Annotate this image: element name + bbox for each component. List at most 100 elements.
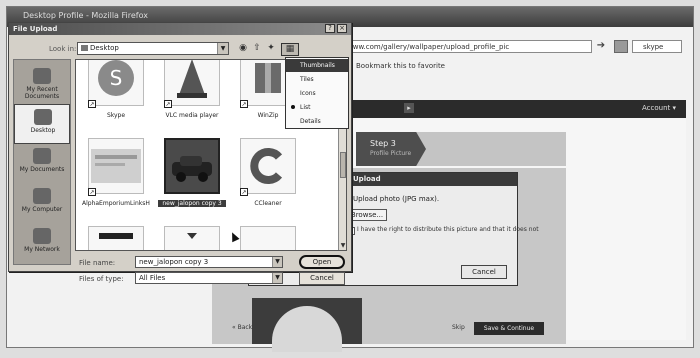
file-name-input[interactable]: new_jalopon copy 3 ▼ xyxy=(135,256,283,268)
up-folder-icon[interactable]: ⇧ xyxy=(251,43,263,54)
file-item[interactable] xyxy=(158,222,226,250)
file-item-alpha-image[interactable]: ↗ AlphaEmporiumLinksHD... xyxy=(82,134,150,218)
dialog-titlebar: File Upload ? × xyxy=(9,23,351,35)
cancel-button[interactable]: Cancel xyxy=(299,272,345,285)
recent-documents-icon xyxy=(33,68,51,84)
file-upload-dialog: File Upload ? × Look in: Desktop ▼ ◉ ⇧ ✦… xyxy=(8,22,352,285)
file-name: VLC media player xyxy=(165,112,219,119)
place-label: My Network xyxy=(24,246,60,253)
dialog-title: File Upload xyxy=(13,25,58,33)
help-button[interactable]: ? xyxy=(325,24,335,33)
shortcut-arrow-icon: ↗ xyxy=(88,188,96,196)
place-label: Desktop xyxy=(30,127,56,134)
back-link[interactable]: « Back xyxy=(232,324,252,331)
view-option-thumbnails[interactable]: Thumbnails xyxy=(286,59,348,72)
image-thumbnail xyxy=(88,138,144,194)
vlc-cone-icon xyxy=(164,60,220,106)
browser-title: Desktop Profile - Mozilla Firefox xyxy=(23,11,148,20)
skip-link[interactable]: Skip xyxy=(452,324,465,331)
site-navbar: ▸ Account ▾ xyxy=(342,100,686,118)
open-button[interactable]: Open xyxy=(299,255,345,269)
step-subtitle: Profile Picture xyxy=(370,150,412,157)
place-label: My Documents xyxy=(19,166,65,173)
skype-icon: S xyxy=(88,60,144,106)
view-option-tiles[interactable]: Tiles xyxy=(286,73,348,86)
go-arrow-icon[interactable]: ➔ xyxy=(594,40,608,53)
files-of-type-label: Files of type: xyxy=(79,275,124,283)
step-chevron: Step 3 Profile Picture xyxy=(356,132,426,166)
browse-button[interactable]: Browse... xyxy=(347,209,387,221)
place-my-computer[interactable]: My Computer xyxy=(14,184,70,224)
views-menu-icon[interactable]: ▦ xyxy=(281,43,299,56)
new-folder-icon[interactable]: ✦ xyxy=(265,43,277,54)
close-button[interactable]: × xyxy=(337,24,347,33)
network-icon xyxy=(33,228,51,244)
file-name: Skype xyxy=(106,112,126,119)
file-item-skype[interactable]: S ↗ Skype xyxy=(82,60,150,130)
place-my-recent-documents[interactable]: My Recent Documents xyxy=(14,64,70,104)
upload-instruction: Upload photo (JPG max). xyxy=(353,195,440,203)
bookmark-bar[interactable]: Bookmark this to favorite xyxy=(342,58,682,74)
file-name: new_jalopon copy 3 xyxy=(158,200,226,207)
folder-icon xyxy=(81,45,88,51)
save-continue-button[interactable]: Save & Continue xyxy=(474,322,544,335)
page-body: Step 3 Profile Picture Upload Upload pho… xyxy=(212,118,686,352)
view-option-label: List xyxy=(300,104,311,111)
image-thumbnail xyxy=(164,226,220,250)
look-in-select[interactable]: Desktop ▼ xyxy=(77,42,229,55)
shortcut-arrow-icon: ↗ xyxy=(88,100,96,108)
image-thumbnail xyxy=(240,226,296,250)
shortcut-arrow-icon: ↗ xyxy=(240,100,248,108)
computer-icon xyxy=(33,188,51,204)
scroll-down-icon[interactable]: ▼ xyxy=(339,242,346,250)
selected-bullet-icon xyxy=(291,105,295,109)
profile-photo-preview xyxy=(252,298,362,352)
views-dropdown-menu: Thumbnails Tiles Icons List Details xyxy=(285,57,349,129)
file-name-value: new_jalopon copy 3 xyxy=(139,258,209,266)
shortcut-arrow-icon: ↗ xyxy=(240,188,248,196)
file-item-new-jalopon[interactable]: new_jalopon copy 3 xyxy=(158,134,226,218)
look-in-value: Desktop xyxy=(90,44,119,52)
scroll-thumb[interactable] xyxy=(340,152,346,178)
view-option-list[interactable]: List xyxy=(286,101,348,114)
chevron-down-icon[interactable]: ▼ xyxy=(272,257,282,267)
place-label: My Recent Documents xyxy=(24,86,60,100)
file-item-ccleaner[interactable]: ↗ CCleaner xyxy=(234,134,302,218)
image-thumbnail xyxy=(88,226,144,250)
place-desktop[interactable]: Desktop xyxy=(14,104,70,144)
view-option-icons[interactable]: Icons xyxy=(286,87,348,100)
file-item[interactable] xyxy=(82,222,150,250)
place-label: My Computer xyxy=(21,206,63,213)
file-item-vlc[interactable]: ↗ VLC media player xyxy=(158,60,226,130)
search-engine-icon[interactable] xyxy=(614,40,628,53)
search-input[interactable]: skype xyxy=(632,40,682,53)
places-bar: My Recent Documents Desktop My Documents… xyxy=(13,59,71,265)
bookmark-text[interactable]: Bookmark this to favorite xyxy=(356,62,445,70)
address-bar[interactable]: www.com/gallery/wallpaper/upload_profile… xyxy=(342,40,592,53)
back-arrow-icon[interactable]: ◉ xyxy=(237,43,249,54)
steps-bar: Step 3 Profile Picture xyxy=(356,132,566,166)
car-image-thumbnail xyxy=(164,138,220,194)
step-title: Step 3 xyxy=(370,139,396,148)
shortcut-arrow-icon: ↗ xyxy=(164,100,172,108)
menu-arrow-icon[interactable]: ▸ xyxy=(404,103,414,113)
rights-text: I have the right to distribute this pict… xyxy=(357,226,539,233)
file-name-label: File name: xyxy=(79,259,116,267)
files-of-type-select[interactable]: All Files ▼ xyxy=(135,272,283,284)
account-menu[interactable]: Account ▾ xyxy=(642,104,676,112)
files-of-type-value: All Files xyxy=(139,274,166,282)
documents-icon xyxy=(33,148,51,164)
file-item[interactable] xyxy=(234,222,302,250)
chevron-down-icon[interactable]: ▼ xyxy=(217,43,228,54)
place-my-network[interactable]: My Network xyxy=(14,224,70,264)
view-option-details[interactable]: Details xyxy=(286,115,348,128)
place-my-documents[interactable]: My Documents xyxy=(14,144,70,184)
chevron-down-icon[interactable]: ▼ xyxy=(272,273,282,283)
desktop-icon xyxy=(34,109,52,125)
svg-text:S: S xyxy=(110,66,123,90)
file-name: AlphaEmporiumLinksHD... xyxy=(82,200,150,207)
upload-modal-title: Upload xyxy=(353,175,381,183)
avatar-silhouette xyxy=(272,306,342,352)
look-in-label: Look in: xyxy=(49,45,77,53)
upload-cancel-button[interactable]: Cancel xyxy=(461,265,507,279)
